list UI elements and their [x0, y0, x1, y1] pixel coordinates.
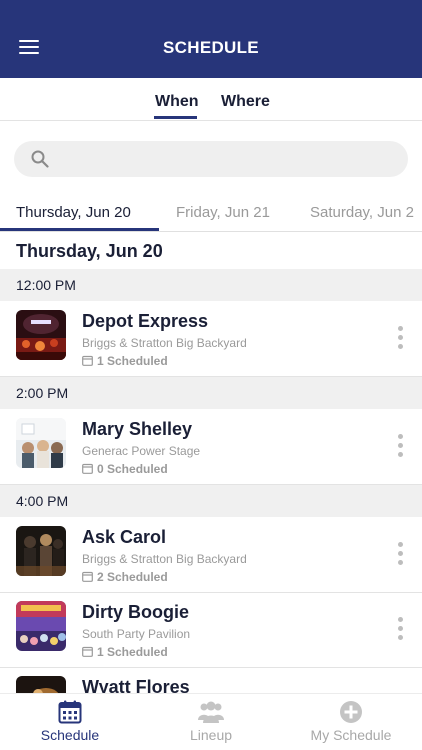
date-tab-thursday[interactable]: Thursday, Jun 20 — [16, 204, 131, 221]
time-slot-label: 12:00 PM — [16, 277, 76, 293]
event-thumbnail — [16, 526, 66, 576]
event-row-mary-shelley[interactable]: Mary Shelley Generac Power Stage 0 Sched… — [0, 410, 422, 485]
time-slot-header: 12:00 PM — [0, 269, 422, 301]
tab-when[interactable]: When — [155, 93, 199, 111]
time-slot-header: 4:00 PM — [0, 485, 422, 517]
event-venue: Briggs & Stratton Big Backyard — [82, 336, 247, 350]
more-options-icon[interactable] — [394, 542, 406, 568]
scheduled-count: 1 Scheduled — [82, 354, 168, 368]
event-thumbnail — [16, 310, 66, 360]
time-slot-label: 2:00 PM — [16, 385, 69, 401]
scheduled-count: 2 Scheduled — [82, 570, 168, 584]
nav-my-schedule[interactable]: My Schedule — [291, 700, 411, 743]
event-venue: South Party Pavilion — [82, 627, 191, 641]
more-options-icon[interactable] — [394, 326, 406, 352]
tab-where[interactable]: Where — [221, 93, 270, 111]
date-tabs: Thursday, Jun 20 Friday, Jun 21 Saturday… — [0, 195, 422, 232]
event-thumbnail — [16, 418, 66, 468]
calendar-icon — [58, 700, 82, 724]
date-tab-friday[interactable]: Friday, Jun 21 — [176, 204, 270, 221]
more-options-icon[interactable] — [394, 434, 406, 460]
event-row-dirty-boogie[interactable]: Dirty Boogie South Party Pavilion 1 Sche… — [0, 593, 422, 668]
event-name: Depot Express — [82, 311, 209, 331]
nav-label: Schedule — [40, 727, 100, 743]
day-heading: Thursday, Jun 20 — [16, 241, 163, 261]
time-slot-header: 2:00 PM — [0, 377, 422, 409]
active-tab-indicator — [154, 116, 197, 119]
event-thumbnail — [16, 601, 66, 651]
event-venue: Briggs & Stratton Big Backyard — [82, 552, 247, 566]
scheduled-count: 0 Scheduled — [82, 462, 168, 476]
active-date-indicator — [0, 228, 159, 231]
event-venue: Generac Power Stage — [82, 444, 201, 458]
view-mode-tabs: When Where — [0, 78, 422, 121]
search-icon — [31, 150, 49, 168]
calendar-icon — [82, 571, 93, 582]
bottom-nav: Schedule Lineup My Schedule — [0, 693, 422, 750]
page-title: SCHEDULE — [163, 38, 259, 57]
search-input[interactable] — [14, 141, 408, 177]
time-slot-label: 4:00 PM — [16, 493, 69, 509]
event-row-ask-carol[interactable]: Ask Carol Briggs & Stratton Big Backyard… — [0, 518, 422, 593]
plus-circle-icon — [340, 701, 362, 723]
calendar-icon — [82, 355, 93, 366]
nav-schedule[interactable]: Schedule — [10, 700, 130, 743]
calendar-icon — [82, 646, 93, 657]
nav-label: Lineup — [189, 727, 233, 743]
app-header: SCHEDULE — [0, 0, 422, 78]
nav-lineup[interactable]: Lineup — [151, 700, 271, 743]
event-row-depot-express[interactable]: Depot Express Briggs & Stratton Big Back… — [0, 302, 422, 377]
more-options-icon[interactable] — [394, 617, 406, 643]
event-name: Mary Shelley — [82, 419, 193, 439]
scheduled-count: 1 Scheduled — [82, 645, 168, 659]
event-name: Dirty Boogie — [82, 602, 190, 622]
calendar-icon — [82, 463, 93, 474]
nav-label: My Schedule — [310, 727, 392, 743]
people-icon — [198, 701, 224, 723]
event-name: Ask Carol — [82, 527, 167, 547]
date-tab-saturday[interactable]: Saturday, Jun 2 — [310, 204, 414, 221]
